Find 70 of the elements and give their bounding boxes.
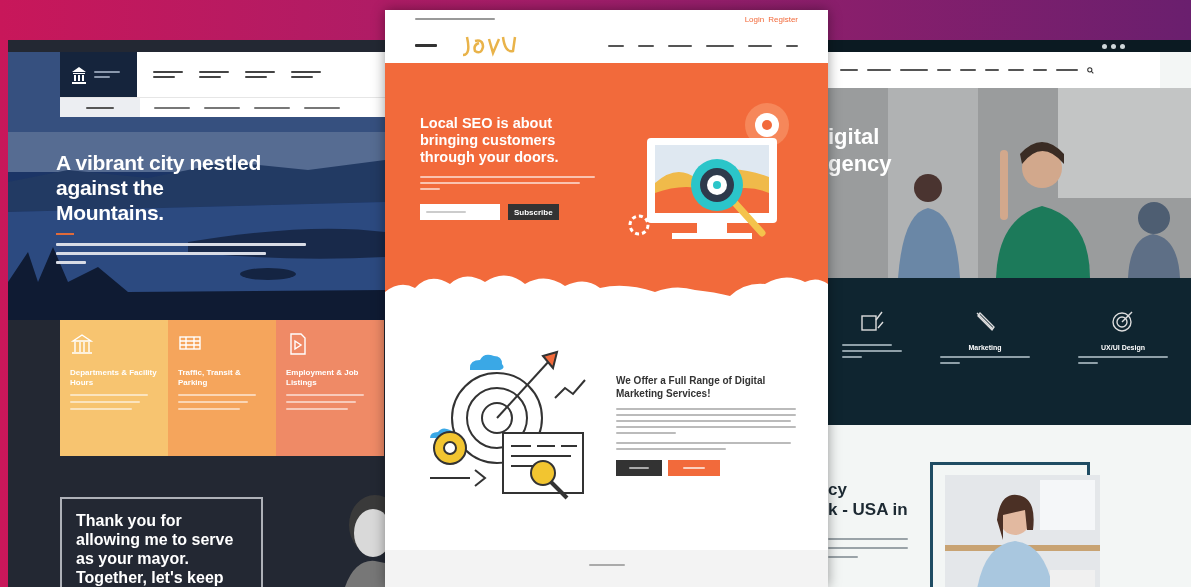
text-line-placeholder (70, 408, 132, 410)
info-button[interactable] (616, 460, 662, 476)
hero-headline: A vibrant city nestled against the Mountains. (56, 150, 262, 225)
text-line-placeholder (178, 408, 240, 410)
text-line-placeholder (985, 69, 999, 71)
text-line-placeholder (204, 106, 240, 109)
text-line-placeholder (1033, 69, 1047, 71)
text-line-placeholder (153, 71, 183, 73)
text-line-placeholder (616, 432, 676, 434)
text-line-placeholder (786, 44, 798, 47)
text-line-placeholder (286, 408, 348, 410)
service-card[interactable]: Traffic, Transit & Parking (168, 320, 276, 456)
text-line-placeholder (86, 106, 114, 109)
text-line-placeholder (70, 401, 140, 403)
top-link[interactable]: Register (768, 14, 798, 24)
text-line-placeholder (94, 76, 110, 78)
text-line-placeholder (867, 69, 891, 71)
text-line-placeholder (683, 467, 705, 469)
email-field[interactable] (420, 204, 500, 220)
text-line-placeholder (900, 69, 928, 71)
text-line-placeholder (706, 44, 734, 47)
building-icon (70, 65, 88, 84)
text-line-placeholder (153, 76, 175, 78)
text-line-placeholder (1056, 69, 1078, 71)
text-line-placeholder (937, 69, 951, 71)
service-card[interactable]: Employment & Job Listings (276, 320, 384, 456)
top-link[interactable]: Login (744, 14, 765, 24)
text-line-placeholder (588, 564, 625, 566)
text-line-placeholder (426, 211, 466, 213)
text-line-placeholder (199, 76, 221, 78)
text-line-placeholder (94, 71, 120, 73)
text-line-placeholder (291, 71, 321, 73)
text-line-placeholder (154, 106, 190, 109)
text-line-placeholder (254, 106, 290, 109)
text-line-placeholder (940, 362, 960, 364)
text-line-placeholder (415, 44, 437, 47)
section-headline: We Offer a Full Range of Digital Marketing Services! (616, 374, 767, 400)
text-line-placeholder (420, 188, 440, 190)
text-line-placeholder (199, 71, 229, 73)
hero-headline: igital gency (828, 123, 893, 177)
text-line-placeholder (245, 76, 267, 78)
search-icon[interactable] (1087, 66, 1094, 74)
text-line-placeholder (304, 106, 340, 109)
card-title: Traffic, Transit & Parking (178, 368, 242, 388)
quote-text: Thank you for allowing me to serve as your mayor. Together, let's keep (60, 497, 263, 587)
text-line-placeholder (629, 467, 649, 469)
text-line-placeholder (748, 44, 772, 47)
text-line-placeholder (245, 71, 275, 73)
text-line-placeholder (286, 401, 356, 403)
text-line-placeholder (608, 44, 624, 47)
subscribe-button[interactable]: Subscribe (508, 204, 559, 220)
card-title: Employment & Job Listings (286, 368, 360, 388)
text-line-placeholder (840, 69, 858, 71)
text-line-placeholder (56, 261, 86, 264)
text-line-placeholder (178, 401, 248, 403)
text-line-placeholder (828, 556, 858, 558)
section-headline: cy k - USA in (828, 480, 909, 520)
text-line-placeholder (668, 44, 692, 47)
text-line-placeholder (841, 356, 862, 358)
card-title: Departments & Facility Hours (70, 368, 158, 388)
text-line-placeholder (841, 344, 892, 346)
text-line-placeholder (291, 76, 313, 78)
text-line-placeholder (960, 69, 976, 71)
text-line-placeholder (1008, 69, 1024, 71)
text-line-placeholder (1078, 362, 1098, 364)
hero-headline: Local SEO is about bringing customers through your doors. (420, 115, 560, 166)
text-line-placeholder (841, 350, 902, 352)
start-button[interactable] (668, 460, 720, 476)
building-icon (70, 332, 94, 356)
text-line-placeholder (638, 44, 654, 47)
